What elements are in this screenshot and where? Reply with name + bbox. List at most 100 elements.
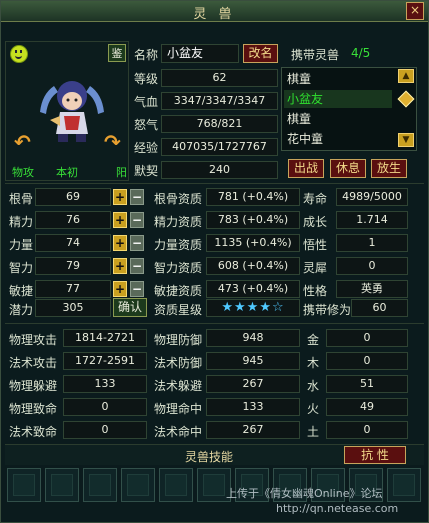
- scroll-down-icon[interactable]: ▼: [398, 133, 414, 147]
- star-rating-label: 资质星级: [154, 303, 203, 317]
- pet-list-scrollbar[interactable]: ▲ ▼: [397, 69, 415, 147]
- rest-button[interactable]: 休息: [330, 159, 366, 178]
- star-rating: ★★★★☆: [206, 299, 300, 317]
- skill-slot[interactable]: [159, 468, 193, 502]
- decrease-button[interactable]: −: [130, 189, 144, 205]
- hp-label: 气血: [134, 95, 159, 109]
- decrease-button[interactable]: −: [130, 212, 144, 228]
- skill-slot[interactable]: [45, 468, 79, 502]
- combat-stat-value: 1814-2721: [63, 329, 147, 347]
- defense-stat-label: 物理命中: [154, 402, 203, 416]
- hp-value: 3347/3347/3347: [161, 92, 278, 110]
- rage-value: 768/821: [161, 115, 278, 133]
- defense-stat-value: 948: [206, 329, 300, 347]
- name-label: 名称: [134, 48, 159, 62]
- element-value: 0: [326, 352, 408, 370]
- attr-label: 敏捷: [9, 284, 34, 298]
- combat-stat-label: 物理躲避: [9, 379, 58, 393]
- release-button[interactable]: 放生: [371, 159, 407, 178]
- increase-button[interactable]: +: [113, 258, 127, 274]
- skills-label: 灵兽技能: [185, 450, 234, 464]
- aptitude-label: 智力资质: [154, 261, 203, 275]
- increase-button[interactable]: +: [113, 281, 127, 297]
- decrease-button[interactable]: −: [130, 281, 144, 297]
- right-stat-value: 1: [336, 234, 408, 252]
- element-label: 金: [307, 333, 320, 347]
- aptitude-value: 781 (+0.4%): [206, 188, 300, 206]
- scroll-up-icon[interactable]: ▲: [398, 69, 414, 83]
- potential-value: 305: [35, 299, 111, 317]
- defense-stat-label: 法术躲避: [154, 379, 203, 393]
- defense-stat-label: 物理防御: [154, 333, 203, 347]
- aptitude-label: 根骨资质: [154, 192, 203, 206]
- attr-label: 根骨: [9, 192, 34, 206]
- right-stat-label: 悟性: [303, 238, 328, 252]
- right-stat-value: 0: [336, 257, 408, 275]
- skill-slot[interactable]: [83, 468, 117, 502]
- aptitude-value: 608 (+0.4%): [206, 257, 300, 275]
- tag-yang: 阳: [116, 166, 127, 179]
- pet-list-item-selected[interactable]: 小盆友: [284, 90, 392, 108]
- rotate-right-icon[interactable]: ↷: [104, 130, 121, 154]
- pet-list-item[interactable]: 棋童: [284, 70, 392, 88]
- increase-button[interactable]: +: [113, 189, 127, 205]
- portrait-panel: 鉴 ↶ ↷ 物攻 本初 阳: [5, 41, 129, 181]
- resistance-button[interactable]: 抗 性: [344, 446, 406, 464]
- combat-stat-label: 法术攻击: [9, 356, 58, 370]
- exp-value: 407035/1727767: [161, 138, 278, 156]
- defense-stat-label: 法术防御: [154, 356, 203, 370]
- aptitude-label: 敏捷资质: [154, 284, 203, 298]
- skill-slot[interactable]: [387, 468, 421, 502]
- aptitude-value: 783 (+0.4%): [206, 211, 300, 229]
- decrease-button[interactable]: −: [130, 235, 144, 251]
- increase-button[interactable]: +: [113, 235, 127, 251]
- name-field[interactable]: 小盆友: [161, 44, 239, 63]
- title-bar[interactable]: 灵 兽 ×: [1, 1, 428, 22]
- right-stat-value: 1.714: [336, 211, 408, 229]
- level-label: 等级: [134, 72, 159, 86]
- combat-stat-label: 法术致命: [9, 425, 58, 439]
- tacit-label: 默契: [134, 164, 159, 178]
- watermark-line2: http://qn.netease.com: [276, 502, 399, 515]
- aptitude-value: 1135 (+0.4%): [206, 234, 300, 252]
- attr-label: 智力: [9, 261, 34, 275]
- scroll-thumb[interactable]: [397, 90, 415, 108]
- rename-button[interactable]: 改名: [243, 44, 278, 63]
- right-stat-label: 性格: [303, 284, 328, 298]
- attr-label: 力量: [9, 238, 34, 252]
- defense-stat-value: 945: [206, 352, 300, 370]
- combat-stat-value: 1727-2591: [63, 352, 147, 370]
- attr-value: 69: [35, 188, 111, 206]
- appraise-button[interactable]: 鉴: [108, 44, 126, 62]
- right-stat-value: 英勇: [336, 280, 408, 298]
- tacit-value: 240: [161, 161, 278, 179]
- skill-slot[interactable]: [7, 468, 41, 502]
- defense-stat-value: 267: [206, 421, 300, 439]
- window-title: 灵 兽: [193, 7, 236, 22]
- combat-stat-label: 物理攻击: [9, 333, 58, 347]
- increase-button[interactable]: +: [113, 212, 127, 228]
- combat-stat-value: 0: [63, 421, 147, 439]
- element-value: 49: [326, 398, 408, 416]
- level-value: 62: [161, 69, 278, 87]
- defense-stat-value: 267: [206, 375, 300, 393]
- rotate-left-icon[interactable]: ↶: [14, 130, 31, 154]
- attr-value: 79: [35, 257, 111, 275]
- combat-stat-value: 133: [63, 375, 147, 393]
- element-label: 土: [307, 425, 320, 439]
- element-value: 0: [326, 329, 408, 347]
- defense-stat-label: 法术命中: [154, 425, 203, 439]
- skills-header: 灵兽技能 抗 性: [5, 444, 424, 465]
- carry-cultivation-label: 携带修为: [303, 303, 352, 317]
- decrease-button[interactable]: −: [130, 258, 144, 274]
- carry-pet-list: 棋童 小盆友 棋童 花中童 ▲ ▼: [281, 67, 417, 151]
- close-button[interactable]: ×: [406, 2, 424, 20]
- right-stat-label: 寿命: [303, 192, 328, 206]
- skill-slot[interactable]: [121, 468, 155, 502]
- confirm-button[interactable]: 确认: [113, 298, 147, 317]
- pet-portrait-image: [40, 81, 104, 142]
- aptitude-label: 精力资质: [154, 215, 203, 229]
- pet-list-item[interactable]: 花中童: [284, 130, 392, 148]
- deploy-button[interactable]: 出战: [288, 159, 324, 178]
- pet-list-item[interactable]: 棋童: [284, 110, 392, 128]
